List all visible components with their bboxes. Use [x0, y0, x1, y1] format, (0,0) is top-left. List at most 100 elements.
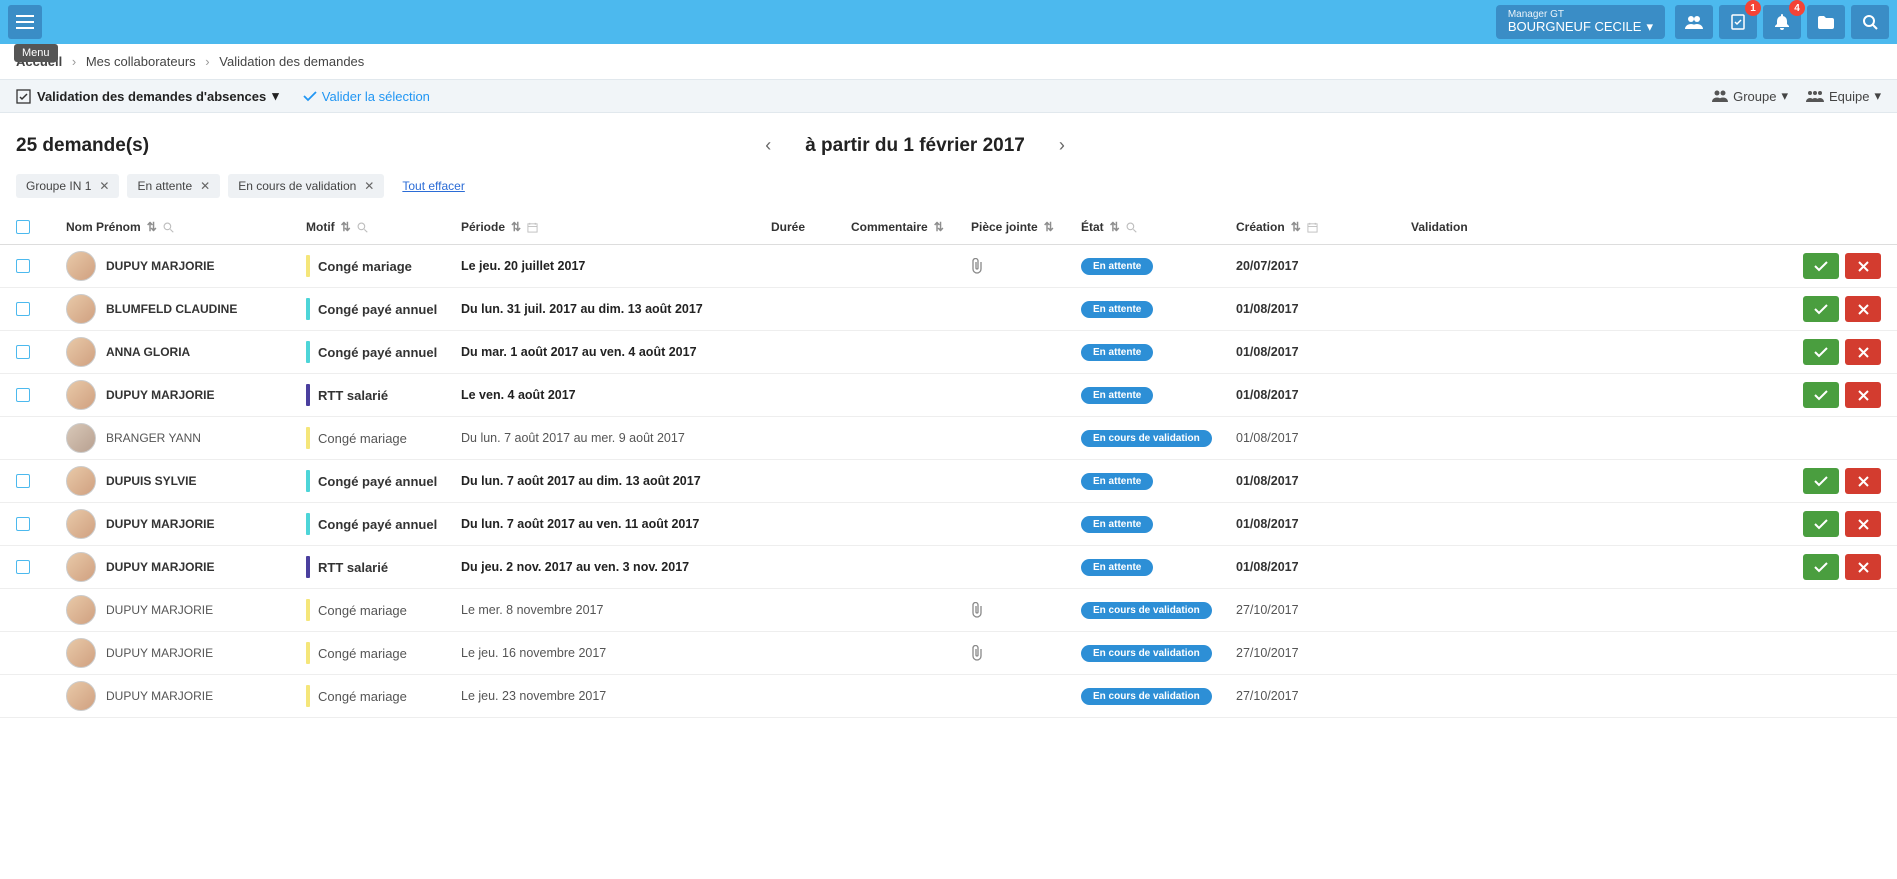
table-row[interactable]: DUPUY MARJORIECongé mariageLe jeu. 20 ju…: [0, 245, 1897, 288]
breadcrumb-item-validation[interactable]: Validation des demandes: [219, 54, 364, 69]
user-name: BRANGER YANN: [106, 431, 201, 445]
col-period[interactable]: Période ⇅: [461, 220, 771, 234]
table-row[interactable]: DUPUY MARJORIECongé mariageLe mer. 8 nov…: [0, 589, 1897, 632]
filter-chip[interactable]: Groupe IN 1✕: [16, 174, 119, 198]
main-action-dropdown[interactable]: Validation des demandes d'absences ▾: [16, 88, 279, 104]
avatar: [66, 509, 96, 539]
col-state[interactable]: État ⇅: [1081, 220, 1236, 234]
row-checkbox[interactable]: [16, 259, 30, 273]
validation-actions: [1391, 296, 1881, 322]
attachment-cell: [971, 258, 1081, 274]
check-icon: [303, 91, 317, 102]
approve-button[interactable]: [1803, 468, 1839, 494]
search-icon: [1863, 15, 1878, 30]
motif-label: Congé mariage: [318, 603, 407, 618]
reject-button[interactable]: [1845, 468, 1881, 494]
validate-selection-button[interactable]: Valider la sélection: [303, 89, 430, 104]
row-checkbox[interactable]: [16, 388, 30, 402]
col-duration[interactable]: Durée: [771, 220, 851, 234]
reject-button[interactable]: [1845, 554, 1881, 580]
chip-remove[interactable]: ✕: [200, 179, 210, 193]
creation-date: 01/08/2017: [1236, 302, 1391, 316]
col-comment[interactable]: Commentaire ⇅: [851, 220, 971, 234]
user-menu[interactable]: Manager GT BOURGNEUF CECILE ▾: [1496, 5, 1665, 39]
chip-remove[interactable]: ✕: [364, 179, 374, 193]
search-button[interactable]: [1851, 5, 1889, 39]
topbar: Menu Manager GT BOURGNEUF CECILE ▾ 1 4: [0, 0, 1897, 44]
chevron-down-icon: ▾: [272, 88, 279, 104]
table-row[interactable]: DUPUIS SYLVIECongé payé annuelDu lun. 7 …: [0, 460, 1897, 503]
motif-label: Congé payé annuel: [318, 474, 437, 489]
period-text: Du mar. 1 août 2017 au ven. 4 août 2017: [461, 345, 771, 359]
creation-date: 20/07/2017: [1236, 259, 1391, 273]
calendar-icon: [1307, 222, 1318, 233]
motif-label: Congé payé annuel: [318, 517, 437, 532]
notifications-badge: 4: [1789, 0, 1805, 16]
row-checkbox[interactable]: [16, 345, 30, 359]
reject-button[interactable]: [1845, 511, 1881, 537]
motif-label: Congé mariage: [318, 689, 407, 704]
user-name: ANNA GLORIA: [106, 345, 190, 359]
approve-button[interactable]: [1803, 296, 1839, 322]
group-label: Groupe: [1733, 89, 1776, 104]
clipboard-icon: [1731, 14, 1745, 30]
row-checkbox[interactable]: [16, 517, 30, 531]
approve-button[interactable]: [1803, 339, 1839, 365]
menu-button[interactable]: [8, 5, 42, 39]
col-motif[interactable]: Motif ⇅: [306, 220, 461, 234]
clear-all-filters[interactable]: Tout effacer: [402, 179, 464, 193]
table-row[interactable]: DUPUY MARJORIECongé mariageLe jeu. 23 no…: [0, 675, 1897, 718]
col-name[interactable]: Nom Prénom ⇅: [66, 220, 306, 234]
row-checkbox[interactable]: [16, 474, 30, 488]
folder-button[interactable]: [1807, 5, 1845, 39]
alerts-button[interactable]: 1: [1719, 5, 1757, 39]
reject-button[interactable]: [1845, 339, 1881, 365]
team-filter[interactable]: Equipe ▾: [1806, 88, 1881, 104]
motif-color-bar: [306, 384, 310, 406]
reject-button[interactable]: [1845, 253, 1881, 279]
reject-button[interactable]: [1845, 382, 1881, 408]
select-all-checkbox[interactable]: [16, 220, 30, 234]
col-attachment[interactable]: Pièce jointe ⇅: [971, 220, 1081, 234]
group-filter[interactable]: Groupe ▾: [1712, 88, 1788, 104]
approve-button[interactable]: [1803, 253, 1839, 279]
avatar: [66, 466, 96, 496]
user-name: DUPUIS SYLVIE: [106, 474, 196, 488]
breadcrumb-separator: ›: [205, 54, 209, 69]
table-row[interactable]: DUPUY MARJORIERTT salariéLe ven. 4 août …: [0, 374, 1897, 417]
check-icon: [1814, 519, 1828, 530]
avatar: [66, 638, 96, 668]
table-row[interactable]: DUPUY MARJORIERTT salariéDu jeu. 2 nov. …: [0, 546, 1897, 589]
chevron-down-icon: ▾: [1874, 88, 1881, 104]
next-period-button[interactable]: ›: [1051, 131, 1073, 160]
table-row[interactable]: DUPUY MARJORIECongé payé annuelDu lun. 7…: [0, 503, 1897, 546]
people-icon: [1712, 90, 1728, 102]
table-row[interactable]: BRANGER YANNCongé mariageDu lun. 7 août …: [0, 417, 1897, 460]
approve-button[interactable]: [1803, 554, 1839, 580]
table-row[interactable]: ANNA GLORIACongé payé annuelDu mar. 1 ao…: [0, 331, 1897, 374]
people-button[interactable]: [1675, 5, 1713, 39]
attachment-cell: [971, 645, 1081, 661]
check-icon: [1814, 304, 1828, 315]
approve-button[interactable]: [1803, 511, 1839, 537]
approve-button[interactable]: [1803, 382, 1839, 408]
chip-remove[interactable]: ✕: [99, 179, 109, 193]
avatar: [66, 294, 96, 324]
filter-chip[interactable]: En attente✕: [127, 174, 220, 198]
sort-icon: ⇅: [1291, 220, 1301, 234]
prev-period-button[interactable]: ‹: [757, 131, 779, 160]
notifications-button[interactable]: 4: [1763, 5, 1801, 39]
filter-chip[interactable]: En cours de validation✕: [228, 174, 384, 198]
close-icon: [1858, 476, 1869, 487]
breadcrumb-item-collab[interactable]: Mes collaborateurs: [86, 54, 196, 69]
period-text: Du jeu. 2 nov. 2017 au ven. 3 nov. 2017: [461, 560, 771, 574]
creation-date: 01/08/2017: [1236, 560, 1391, 574]
row-checkbox[interactable]: [16, 302, 30, 316]
col-creation[interactable]: Création ⇅: [1236, 220, 1391, 234]
row-checkbox[interactable]: [16, 560, 30, 574]
reject-button[interactable]: [1845, 296, 1881, 322]
table-row[interactable]: DUPUY MARJORIECongé mariageLe jeu. 16 no…: [0, 632, 1897, 675]
request-count: 25 demande(s): [16, 135, 149, 157]
avatar: [66, 681, 96, 711]
table-row[interactable]: BLUMFELD CLAUDINECongé payé annuelDu lun…: [0, 288, 1897, 331]
